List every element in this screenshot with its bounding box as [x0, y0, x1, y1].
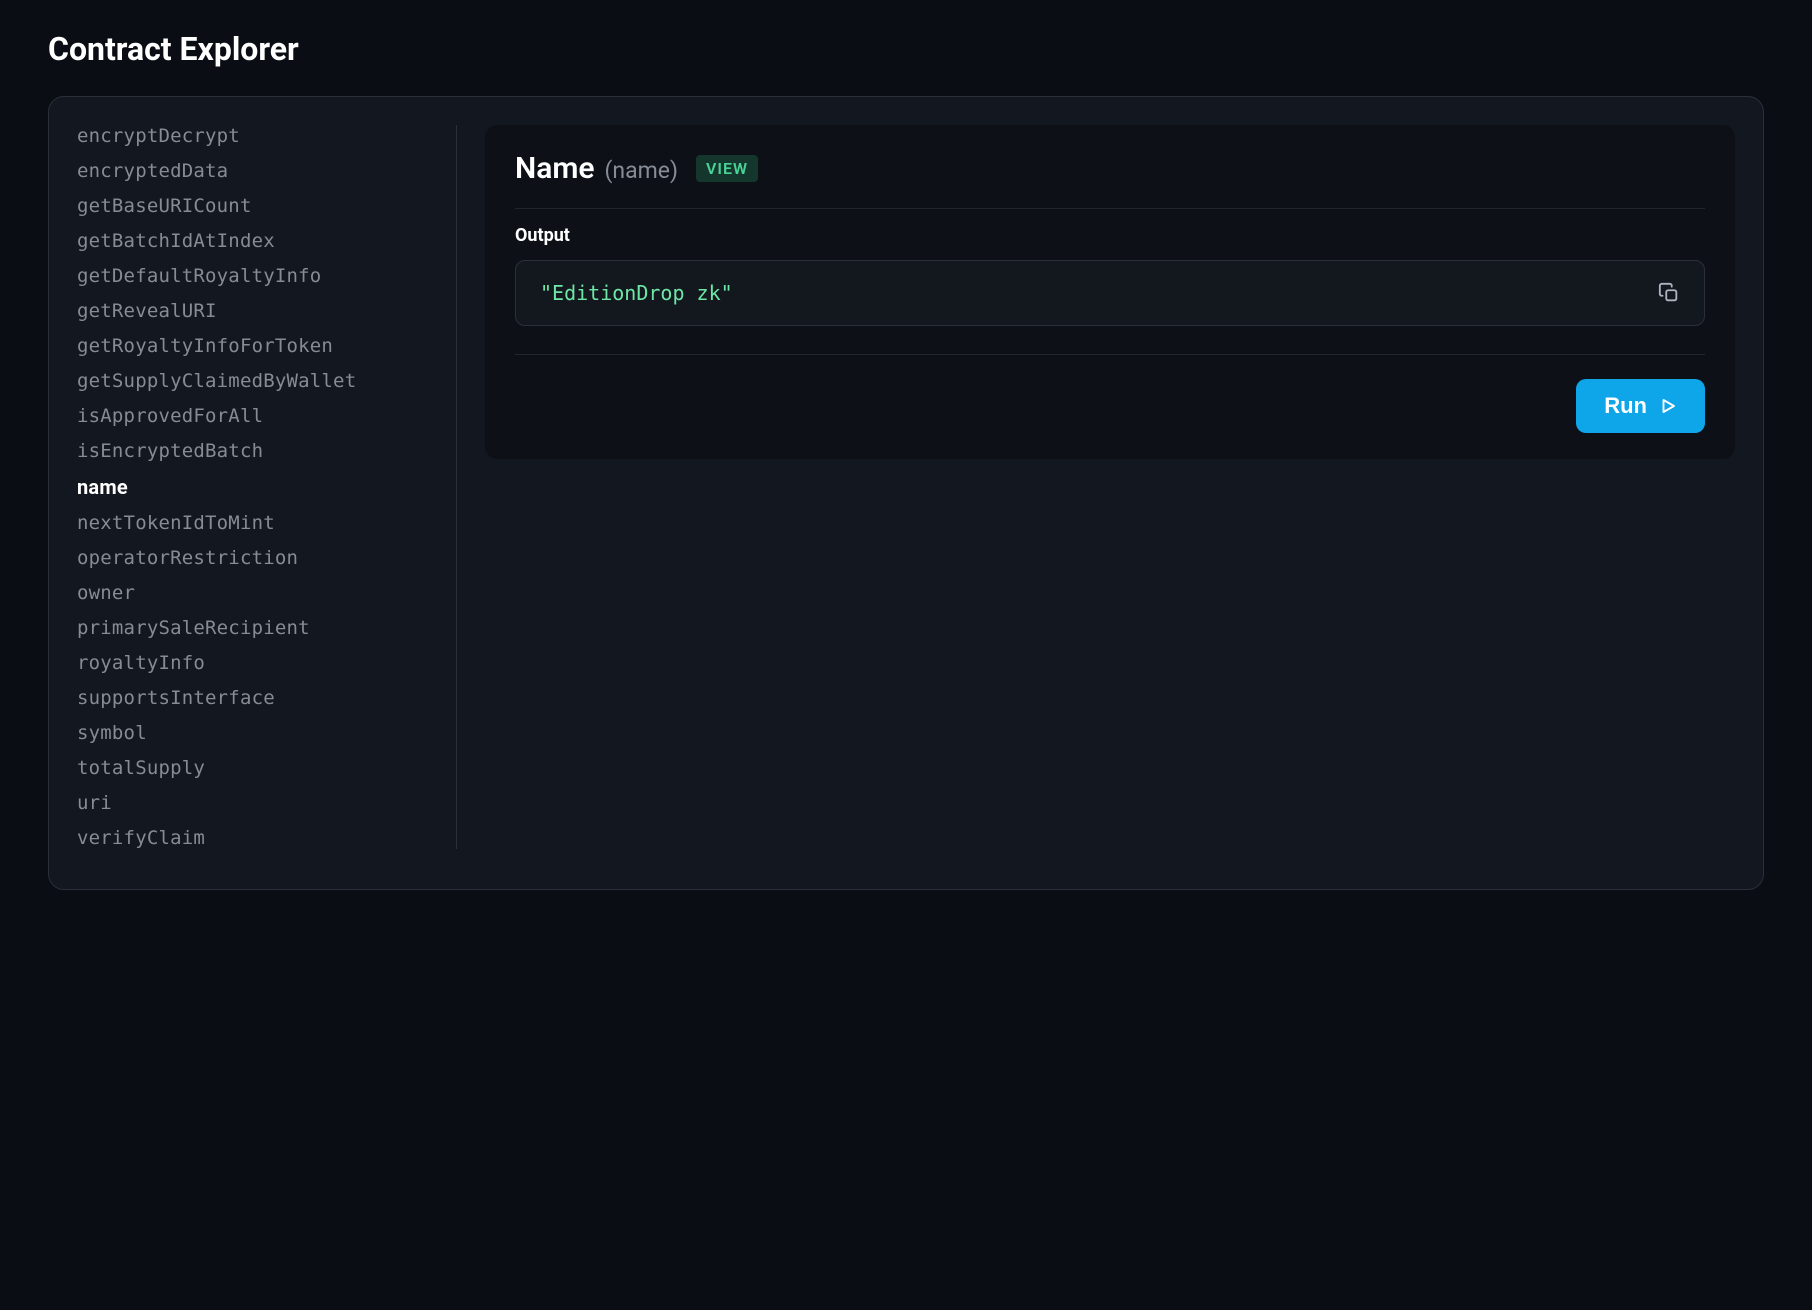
separator: [515, 354, 1705, 355]
sidebar-item-operatorRestriction[interactable]: operatorRestriction: [77, 547, 436, 569]
copy-icon[interactable]: [1658, 282, 1680, 304]
sidebar-item-getRoyaltyInfoForToken[interactable]: getRoyaltyInfoForToken: [77, 335, 436, 357]
sidebar: encryptDecrypt encryptedData getBaseURICou…: [77, 125, 457, 849]
sidebar-item-supportsInterface[interactable]: supportsInterface: [77, 687, 436, 709]
method-card: Name (name) VIEW Output "EditionDrop zk": [485, 125, 1735, 459]
sidebar-item-royaltyInfo[interactable]: royaltyInfo: [77, 652, 436, 674]
output-value: "EditionDrop zk": [540, 281, 733, 305]
sidebar-item-getDefaultRoyaltyInfo[interactable]: getDefaultRoyaltyInfo: [77, 265, 436, 287]
sidebar-item-encryptedData[interactable]: encryptedData: [77, 160, 436, 182]
sidebar-item-isEncryptedBatch[interactable]: isEncryptedBatch: [77, 440, 436, 462]
run-row: Run: [515, 379, 1705, 433]
run-button[interactable]: Run: [1576, 379, 1705, 433]
sidebar-item-encryptDecrypt[interactable]: encryptDecrypt: [77, 125, 436, 147]
sidebar-item-verifyClaim[interactable]: verifyClaim: [77, 827, 436, 849]
page-title: Contract Explorer: [48, 30, 1764, 68]
output-label: Output: [515, 225, 1705, 246]
main-panel: Name (name) VIEW Output "EditionDrop zk": [457, 125, 1735, 849]
sidebar-item-owner[interactable]: owner: [77, 582, 436, 604]
method-header: Name (name) VIEW: [515, 151, 1705, 209]
explorer-container: encryptDecrypt encryptedData getBaseURICou…: [48, 96, 1764, 890]
sidebar-item-nextTokenIdToMint[interactable]: nextTokenIdToMint: [77, 512, 436, 534]
sidebar-item-getSupplyClaimedByWallet[interactable]: getSupplyClaimedByWallet: [77, 370, 436, 392]
sidebar-item-isApprovedForAll[interactable]: isApprovedForAll: [77, 405, 436, 427]
sidebar-item-name[interactable]: name: [77, 475, 436, 499]
sidebar-item-uri[interactable]: uri: [77, 792, 436, 814]
sidebar-item-primarySaleRecipient[interactable]: primarySaleRecipient: [77, 617, 436, 639]
play-icon: [1659, 397, 1677, 415]
run-button-label: Run: [1604, 393, 1647, 419]
sidebar-item-totalSupply[interactable]: totalSupply: [77, 757, 436, 779]
output-box: "EditionDrop zk": [515, 260, 1705, 326]
view-badge: VIEW: [696, 155, 758, 182]
sidebar-item-getBatchIdAtIndex[interactable]: getBatchIdAtIndex: [77, 230, 436, 252]
sidebar-item-getRevealURI[interactable]: getRevealURI: [77, 300, 436, 322]
sidebar-item-symbol[interactable]: symbol: [77, 722, 436, 744]
sidebar-item-getBaseURICount[interactable]: getBaseURICount: [77, 195, 436, 217]
method-name: Name: [515, 151, 595, 186]
method-signature: (name): [605, 157, 678, 184]
output-section: Output "EditionDrop zk": [515, 209, 1705, 326]
